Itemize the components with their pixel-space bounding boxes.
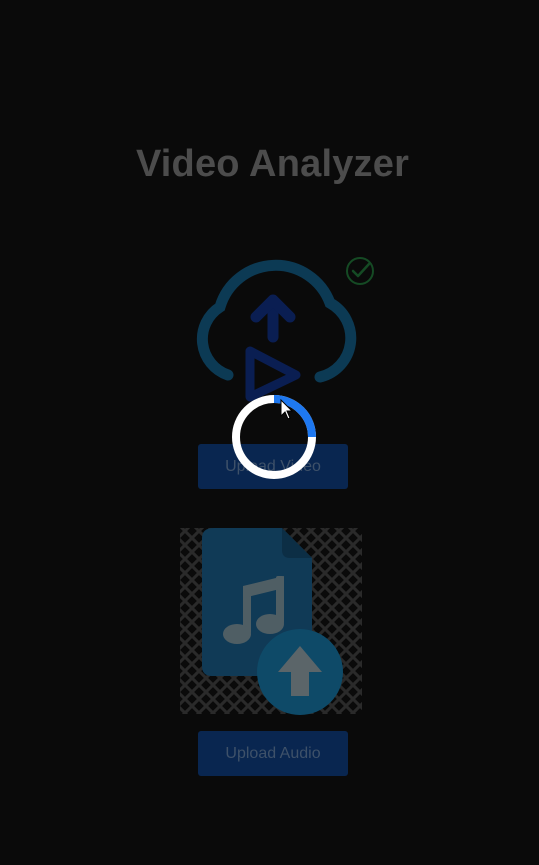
page-title: Video Analyzer: [135, 143, 410, 185]
loading-spinner-icon: [232, 395, 316, 479]
page: Video Analyzer Upload Video Upload Audio: [0, 0, 539, 865]
check-circle-icon: [346, 257, 374, 285]
mouse-pointer-icon: [280, 399, 294, 420]
upload-audio-button[interactable]: Upload Audio: [198, 731, 348, 776]
audio-file-upload-icon: [180, 528, 362, 715]
